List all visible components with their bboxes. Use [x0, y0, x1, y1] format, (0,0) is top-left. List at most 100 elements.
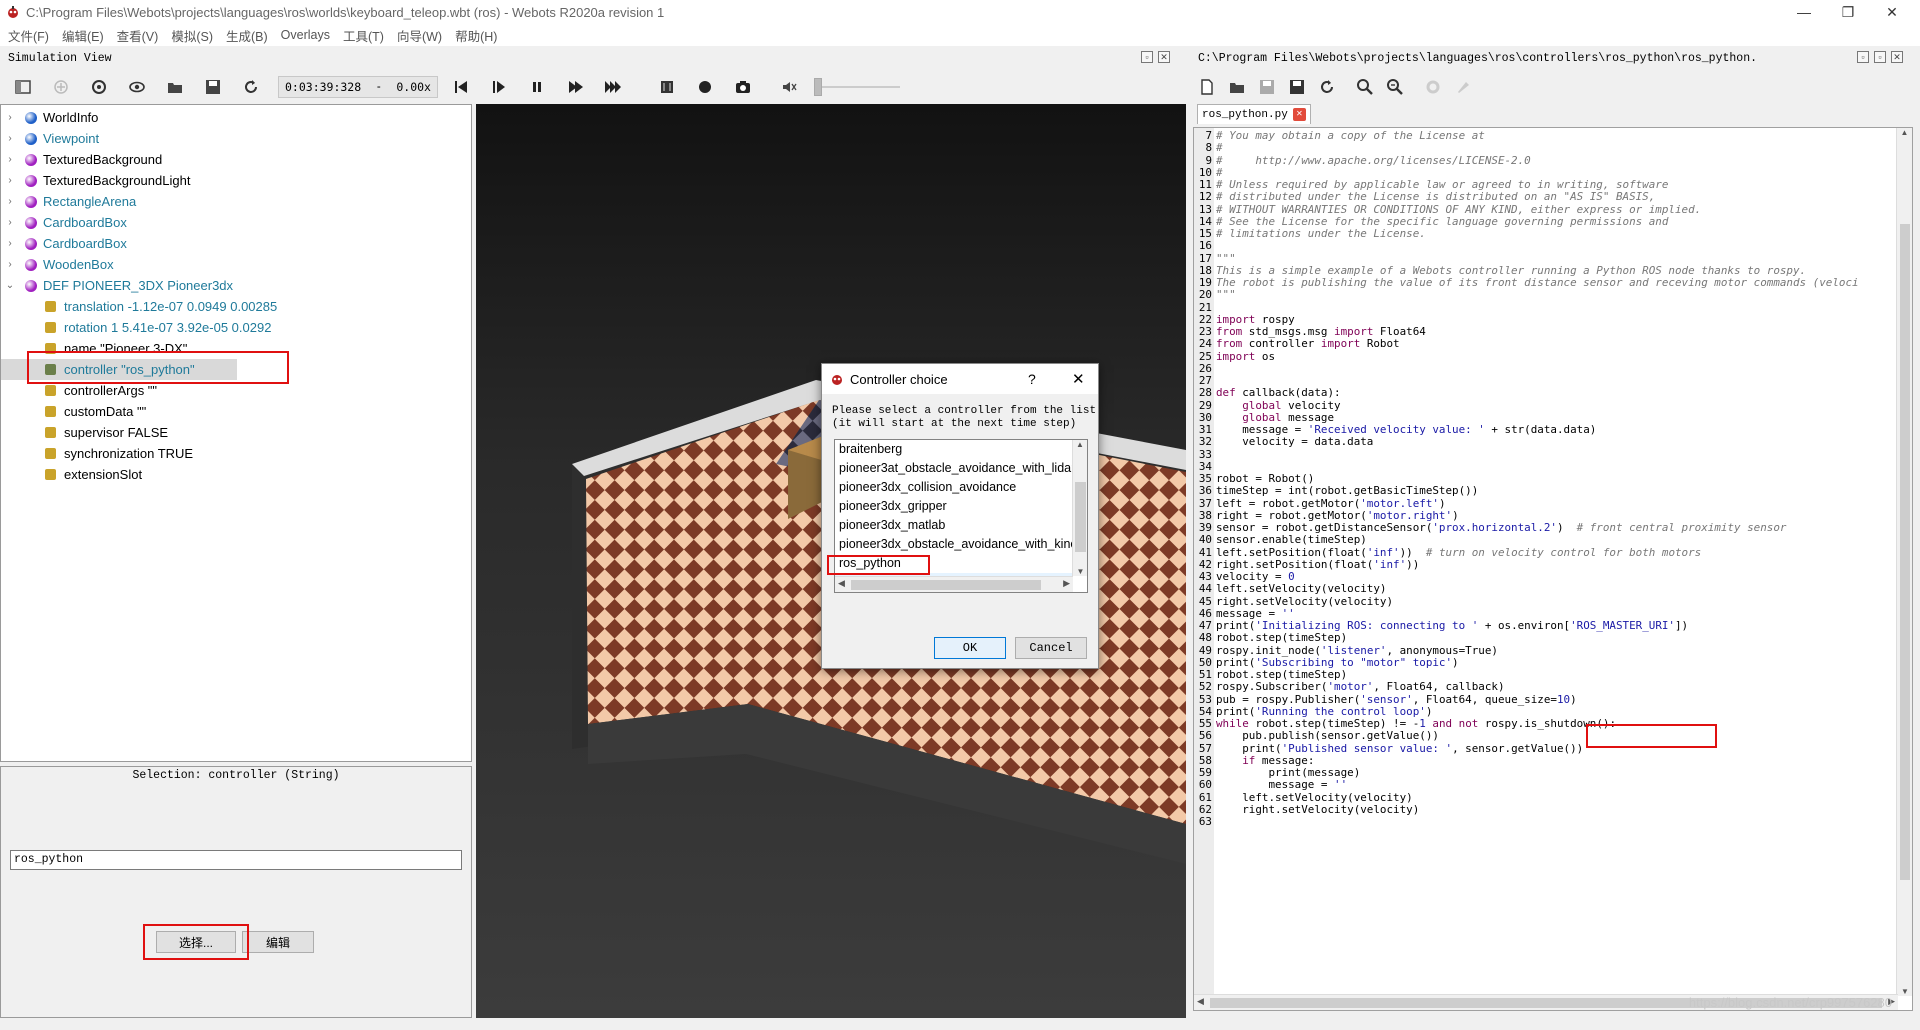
scroll-up-icon[interactable]: ▲	[1897, 128, 1912, 137]
help-button[interactable]: ?	[1028, 371, 1036, 387]
controller-value-input[interactable]: ros_python	[10, 850, 462, 870]
menu-file[interactable]: 文件(F)	[8, 26, 49, 45]
tree-node[interactable]: › Viewpoint	[1, 128, 99, 149]
tree-field[interactable]: name "Pioneer 3-DX"	[1, 338, 187, 359]
run-icon[interactable]	[488, 76, 510, 98]
tree-node[interactable]: › WorldInfo	[1, 107, 98, 128]
menu-view[interactable]: 查看(V)	[117, 26, 159, 45]
float-panel-icon[interactable]: ▫	[1141, 51, 1153, 63]
select-controller-button[interactable]: 选择...	[156, 931, 236, 953]
menu-simulation[interactable]: 模拟(S)	[171, 26, 213, 45]
revert-file-icon[interactable]	[1316, 76, 1338, 98]
minimize-button[interactable]: —	[1782, 0, 1826, 24]
scroll-down-icon[interactable]: ▼	[1897, 987, 1912, 996]
clean-icon[interactable]	[1452, 76, 1474, 98]
fast-icon[interactable]	[602, 76, 624, 98]
chevron-right-icon[interactable]: ›	[3, 154, 17, 165]
edit-controller-button[interactable]: 编辑	[242, 931, 314, 953]
chevron-right-icon[interactable]: ›	[3, 133, 17, 144]
tree-node[interactable]: ⌄ DEF PIONEER_3DX Pioneer3dx	[1, 275, 233, 296]
tree-node[interactable]: › CardboardBox	[1, 212, 127, 233]
tree-field[interactable]: customData ""	[1, 401, 146, 422]
close-panel-icon[interactable]: ✕	[1158, 51, 1170, 63]
controller-list-item[interactable]: void	[835, 592, 1073, 593]
tab-ros-python[interactable]: ros_python.py ✕	[1197, 104, 1311, 124]
list-vscrollbar[interactable]: ▲ ▼	[1072, 440, 1087, 576]
scroll-left-icon[interactable]: ◀	[838, 578, 845, 589]
hscroll-thumb[interactable]	[851, 580, 1041, 590]
maximize-panel-icon[interactable]: ▫	[1874, 51, 1886, 63]
replace-icon[interactable]	[1384, 76, 1406, 98]
find-icon[interactable]	[1354, 76, 1376, 98]
close-dialog-button[interactable]: ✕	[1072, 370, 1085, 388]
tree-field[interactable]: synchronization TRUE	[1, 443, 193, 464]
scroll-left-icon[interactable]: ◀	[1197, 996, 1204, 1007]
scene-tree-toggle-icon[interactable]	[12, 76, 34, 98]
open-file-icon[interactable]	[1226, 76, 1248, 98]
tree-node[interactable]: › CardboardBox	[1, 233, 127, 254]
editor-scroll-thumb[interactable]	[1900, 224, 1910, 880]
controller-list-item[interactable]: pioneer3dx_gripper	[835, 497, 1073, 516]
controller-list[interactable]: braitenberg pioneer3at_obstacle_avoidance…	[834, 439, 1088, 593]
controller-list-item[interactable]: braitenberg	[835, 440, 1073, 459]
tree-field[interactable]: controller "ros_python"	[1, 359, 237, 380]
chevron-down-icon[interactable]: ⌄	[3, 280, 17, 291]
close-window-button[interactable]: ✕	[1870, 0, 1914, 24]
tree-field[interactable]: translation -1.12e-07 0.0949 0.00285	[1, 296, 277, 317]
revert-world-icon[interactable]	[240, 76, 262, 98]
tree-field[interactable]: controllerArgs ""	[1, 380, 157, 401]
stop-record-icon[interactable]	[656, 76, 678, 98]
tree-field[interactable]: extensionSlot	[1, 464, 142, 485]
scroll-down-icon[interactable]: ▼	[1073, 567, 1087, 576]
list-hscrollbar[interactable]: ◀ ▶	[835, 576, 1073, 592]
menu-wizards[interactable]: 向导(W)	[397, 26, 442, 45]
tree-field[interactable]: supervisor FALSE	[1, 422, 168, 443]
cancel-button[interactable]: Cancel	[1015, 637, 1087, 659]
pause-icon[interactable]	[526, 76, 548, 98]
screenshot-icon[interactable]	[732, 76, 754, 98]
slider-handle[interactable]	[814, 78, 822, 96]
controller-list-item[interactable]: pioneer3dx_collision_avoidance	[835, 478, 1073, 497]
chevron-right-icon[interactable]: ›	[3, 259, 17, 270]
add-node-icon[interactable]	[50, 76, 72, 98]
close-tab-icon[interactable]: ✕	[1292, 108, 1306, 121]
sound-icon[interactable]	[778, 76, 800, 98]
step-icon[interactable]	[564, 76, 586, 98]
menu-edit[interactable]: 编辑(E)	[62, 26, 104, 45]
tree-field[interactable]: rotation 1 5.41e-07 3.92e-05 0.0292	[1, 317, 271, 338]
scroll-up-icon[interactable]: ▲	[1073, 440, 1087, 449]
save-all-icon[interactable]	[1286, 76, 1308, 98]
open-world-icon[interactable]	[164, 76, 186, 98]
chevron-right-icon[interactable]: ›	[3, 196, 17, 207]
volume-slider[interactable]	[814, 78, 900, 96]
controller-list-item[interactable]: pioneer3dx_matlab	[835, 516, 1073, 535]
record-icon[interactable]	[694, 76, 716, 98]
reload-world-icon[interactable]	[88, 76, 110, 98]
tree-node[interactable]: › WoodenBox	[1, 254, 113, 275]
tree-node[interactable]: › RectangleArena	[1, 191, 136, 212]
close-panel-icon[interactable]: ✕	[1891, 51, 1903, 63]
menu-help[interactable]: 帮助(H)	[455, 26, 497, 45]
scroll-right-icon[interactable]: ▶	[1063, 578, 1070, 589]
menu-overlays[interactable]: Overlays	[281, 28, 330, 42]
scroll-thumb[interactable]	[1075, 482, 1086, 552]
menu-tools[interactable]: 工具(T)	[343, 26, 384, 45]
tree-node[interactable]: › TexturedBackgroundLight	[1, 170, 190, 191]
controller-list-item[interactable]: pioneer3dx_obstacle_avoidance_with_kinec…	[835, 535, 1073, 554]
chevron-right-icon[interactable]: ›	[3, 112, 17, 123]
chevron-right-icon[interactable]: ›	[3, 238, 17, 249]
menu-build[interactable]: 生成(B)	[226, 26, 268, 45]
ok-button[interactable]: OK	[934, 637, 1006, 659]
new-file-icon[interactable]	[1196, 76, 1218, 98]
tree-node[interactable]: › TexturedBackground	[1, 149, 162, 170]
step-back-icon[interactable]	[450, 76, 472, 98]
eye-icon[interactable]	[126, 76, 148, 98]
maximize-button[interactable]: ❐	[1826, 0, 1870, 24]
minimize-panel-icon[interactable]: ▫	[1857, 51, 1869, 63]
build-icon[interactable]	[1422, 76, 1444, 98]
save-world-icon[interactable]	[202, 76, 224, 98]
code-editor[interactable]: 7 # You may obtain a copy of the License …	[1193, 127, 1913, 1011]
save-file-icon[interactable]	[1256, 76, 1278, 98]
controller-list-item[interactable]: pioneer3at_obstacle_avoidance_with_lidar	[835, 459, 1073, 478]
chevron-right-icon[interactable]: ›	[3, 217, 17, 228]
